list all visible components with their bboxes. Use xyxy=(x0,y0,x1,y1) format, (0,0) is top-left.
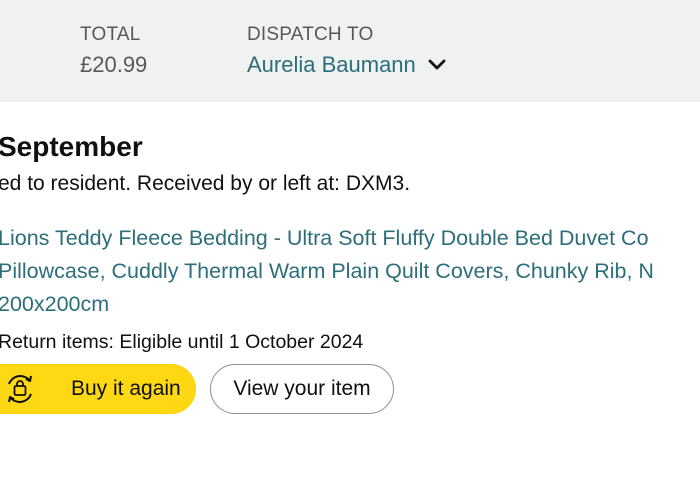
product-title-link[interactable]: Lions Teddy Fleece Bedding - Ultra Soft … xyxy=(0,222,654,321)
dispatch-recipient-name[interactable]: Aurelia Baumann xyxy=(247,50,416,80)
product-title-line[interactable]: 200x200cm xyxy=(0,288,654,321)
dispatch-label: DISPATCH TO xyxy=(247,24,374,45)
buy-it-again-label[interactable]: Buy it again xyxy=(71,377,181,401)
total-label: TOTAL xyxy=(80,24,141,45)
buy-again-icon xyxy=(8,375,32,403)
view-your-item-button[interactable]: View your item xyxy=(210,364,394,414)
product-title-line[interactable]: Lions Teddy Fleece Bedding - Ultra Soft … xyxy=(0,222,654,255)
order-total: TOTAL £20.99 xyxy=(80,24,147,80)
product-title-line[interactable]: Pillowcase, Cuddly Thermal Warm Plain Qu… xyxy=(0,255,654,288)
buy-it-again-button[interactable]: Buy it again xyxy=(0,364,196,414)
return-eligibility: Return items: Eligible until 1 October 2… xyxy=(0,331,364,353)
order-summary-header: TOTAL £20.99 DISPATCH TO Aurelia Baumann xyxy=(0,0,700,102)
dispatch-to: DISPATCH TO Aurelia Baumann xyxy=(247,24,446,80)
view-your-item-label[interactable]: View your item xyxy=(233,377,370,401)
chevron-down-icon[interactable] xyxy=(428,59,446,71)
dispatch-recipient-dropdown[interactable]: Aurelia Baumann xyxy=(247,50,446,80)
delivery-status-detail: ed to resident. Received by or left at: … xyxy=(0,172,411,195)
delivery-status-title: September xyxy=(0,131,143,162)
total-value: £20.99 xyxy=(80,52,148,77)
